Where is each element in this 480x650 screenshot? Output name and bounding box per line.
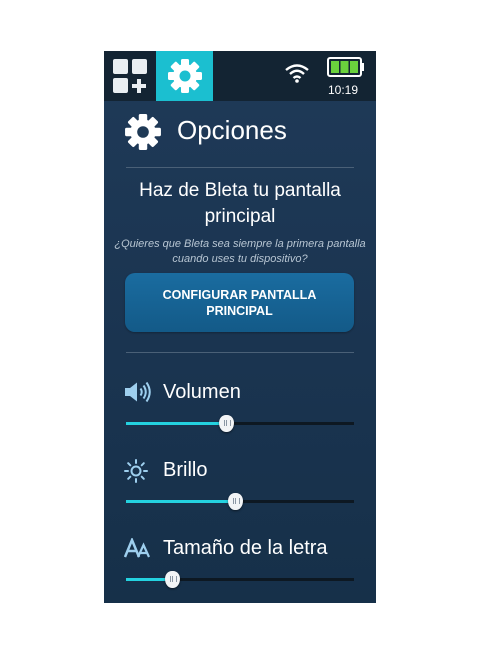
slider-thumb[interactable] xyxy=(164,571,180,588)
apps-button[interactable] xyxy=(104,51,156,101)
brightness-label: Brillo xyxy=(163,459,208,481)
page-title: Opciones xyxy=(177,115,287,145)
font-size-icon xyxy=(124,538,150,558)
divider xyxy=(126,352,354,353)
home-screen-description: ¿Quieres que Bleta sea siempre la primer… xyxy=(114,238,366,265)
settings-tab[interactable] xyxy=(156,51,213,101)
divider xyxy=(126,167,354,168)
slider-thumb[interactable] xyxy=(228,493,244,510)
top-bar: 10:19 xyxy=(104,51,376,101)
slider-fill xyxy=(126,422,227,425)
apps-add-icon xyxy=(113,59,147,93)
battery-icon xyxy=(327,57,364,77)
slider-fill xyxy=(126,500,236,503)
gear-icon xyxy=(168,59,202,93)
wifi-icon xyxy=(285,64,309,83)
settings-icon xyxy=(125,114,161,150)
volume-label: Volumen xyxy=(163,381,241,403)
font-size-slider[interactable] xyxy=(126,571,354,588)
status-time: 10:19 xyxy=(328,83,359,97)
home-screen-heading: Haz de Bleta tu pantalla principal xyxy=(139,180,341,227)
volume-slider[interactable] xyxy=(126,415,354,432)
configure-home-screen-button[interactable]: CONFIGURAR PANTALLA PRINCIPAL xyxy=(125,273,354,332)
speaker-icon xyxy=(125,381,151,403)
brightness-slider[interactable] xyxy=(126,493,354,510)
font-size-label: Tamaño de la letra xyxy=(163,537,328,559)
slider-thumb[interactable] xyxy=(219,415,235,432)
phone-screen: 10:19 Opciones Haz de Bleta tu pantalla … xyxy=(104,51,376,603)
sun-icon xyxy=(124,459,148,483)
